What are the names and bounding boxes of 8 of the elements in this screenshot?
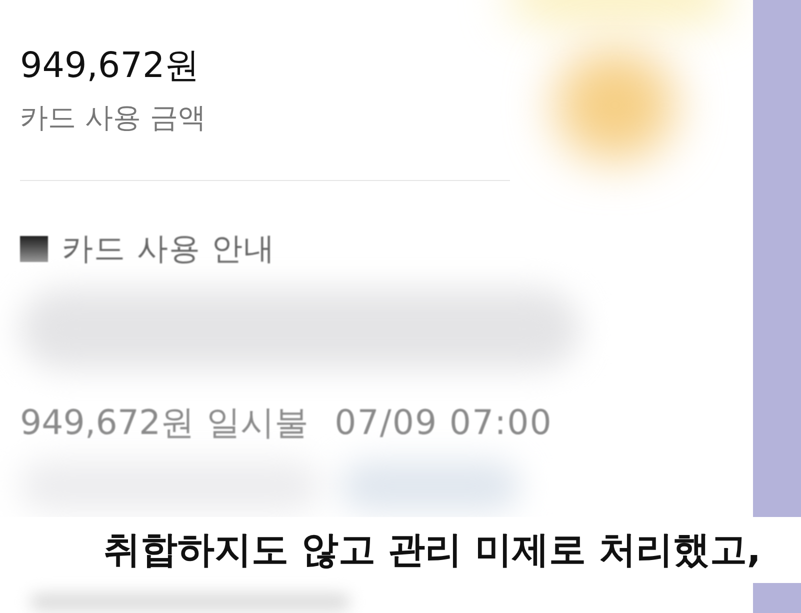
transaction-amount: 949,672원 (20, 403, 195, 443)
payment-type: 일시불 (206, 403, 309, 443)
amount-text: 949,672원 (20, 45, 200, 88)
transaction-datetime: 07/09 07:00 (334, 403, 552, 443)
square-icon (20, 236, 48, 262)
amount-label: 카드 사용 금액 (20, 100, 206, 136)
section-title: 카드 사용 안내 (62, 231, 276, 267)
subtitle-text: 취합하지도 않고 관리 미제로 처리했고, (103, 528, 761, 572)
